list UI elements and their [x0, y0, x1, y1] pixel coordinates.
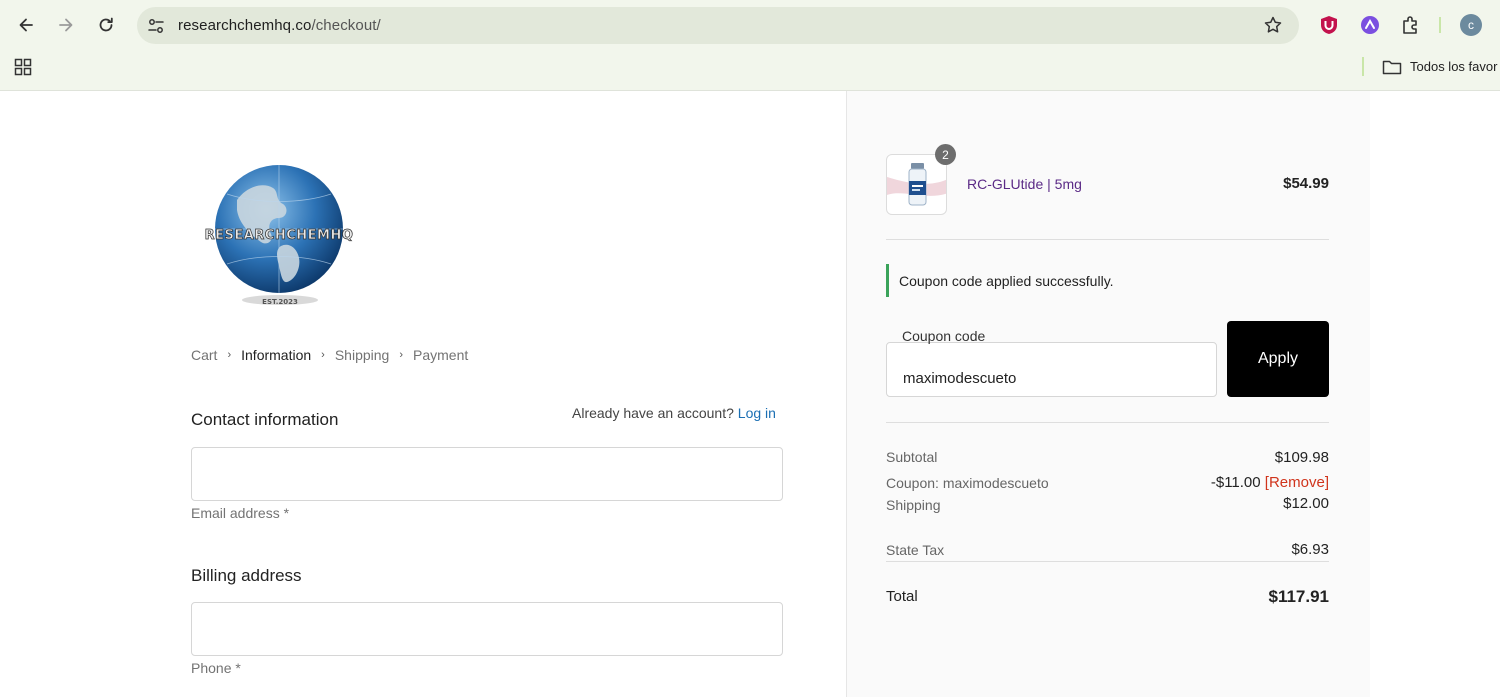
divider [886, 239, 1329, 240]
apps-grid-icon[interactable] [14, 58, 32, 76]
shield-extension-icon[interactable] [1318, 14, 1340, 36]
profile-avatar[interactable]: c [1460, 14, 1482, 36]
divider [886, 561, 1329, 562]
billing-address-heading: Billing address [191, 566, 302, 585]
email-field[interactable] [191, 447, 783, 501]
url-text: researchchemhq.co/checkout/ [178, 17, 381, 34]
breadcrumb-shipping: Shipping [334, 347, 390, 363]
shipping-label: Shipping [886, 497, 941, 513]
product-vial-image [887, 163, 946, 206]
page-margin [1370, 91, 1500, 697]
total-label: Total [886, 588, 918, 605]
puzzle-extensions-icon[interactable] [1400, 14, 1422, 36]
product-price: $54.99 [1283, 175, 1329, 192]
coupon-row-label: Coupon: maximodescueto [886, 475, 1049, 491]
bookmark-star-icon[interactable] [1263, 15, 1283, 35]
svg-text:RESEARCHCHEMHQ: RESEARCHCHEMHQ [205, 228, 354, 243]
address-bar[interactable]: researchchemhq.co/checkout/ [137, 7, 1299, 44]
folder-icon[interactable] [1382, 58, 1402, 76]
purple-extension-icon[interactable] [1359, 14, 1381, 36]
browser-chrome: researchchemhq.co/checkout/ c Todos los … [0, 0, 1500, 91]
bookmark-folder-all[interactable]: Todos los favor [1410, 59, 1497, 74]
state-tax-label: State Tax [886, 542, 945, 558]
coupon-discount-amount: -$11.00 [1210, 474, 1261, 491]
toolbar-separator [1439, 17, 1441, 33]
chevron-right-icon: › [227, 349, 232, 361]
total-value: $117.91 [1268, 587, 1329, 606]
subtotal-value: $109.98 [1274, 449, 1329, 466]
coupon-code-label: Coupon code [902, 328, 986, 344]
account-prompt: Already have an account? Log in [572, 405, 776, 421]
product-link[interactable]: RC-GLUtide | 5mg [967, 176, 1082, 192]
subtotal-label: Subtotal [886, 449, 938, 465]
coupon-success-notice: Coupon code applied successfully. [886, 264, 1329, 297]
reload-button[interactable] [93, 12, 119, 38]
contact-information-heading: Contact information [191, 410, 339, 429]
login-link[interactable]: Log in [738, 405, 776, 421]
apply-coupon-button[interactable]: Apply [1227, 321, 1329, 397]
back-button[interactable] [13, 12, 39, 38]
state-tax-value: $6.93 [1291, 541, 1329, 558]
shipping-value: $12.00 [1283, 495, 1329, 512]
chevron-right-icon: › [321, 349, 325, 361]
breadcrumb: Cart › Information › Shipping › Payment [191, 347, 468, 363]
coupon-code-value: maximodescueto [903, 370, 1017, 387]
back-icon [19, 18, 33, 32]
breadcrumb-information: Information [241, 347, 312, 363]
reload-icon [99, 17, 113, 32]
chevron-right-icon: › [399, 349, 404, 361]
phone-field[interactable] [191, 602, 783, 656]
site-settings-icon[interactable] [146, 16, 166, 36]
breadcrumb-payment: Payment [413, 347, 469, 363]
breadcrumb-cart[interactable]: Cart [191, 347, 217, 363]
store-logo[interactable]: RESEARCHCHEMHQ EST.2023 [193, 160, 365, 310]
forward-button[interactable] [53, 12, 79, 38]
divider [886, 422, 1329, 423]
bookmarks-separator [1362, 57, 1364, 76]
email-label: Email address * [191, 505, 290, 521]
quantity-badge: 2 [935, 144, 956, 165]
remove-coupon-link[interactable]: [Remove] [1265, 474, 1329, 491]
phone-label: Phone * [191, 660, 241, 676]
product-thumbnail[interactable] [886, 154, 947, 215]
coupon-row-value: -$11.00 [Remove] [1211, 474, 1329, 491]
svg-text:EST.2023: EST.2023 [262, 298, 298, 306]
forward-icon [59, 18, 73, 32]
